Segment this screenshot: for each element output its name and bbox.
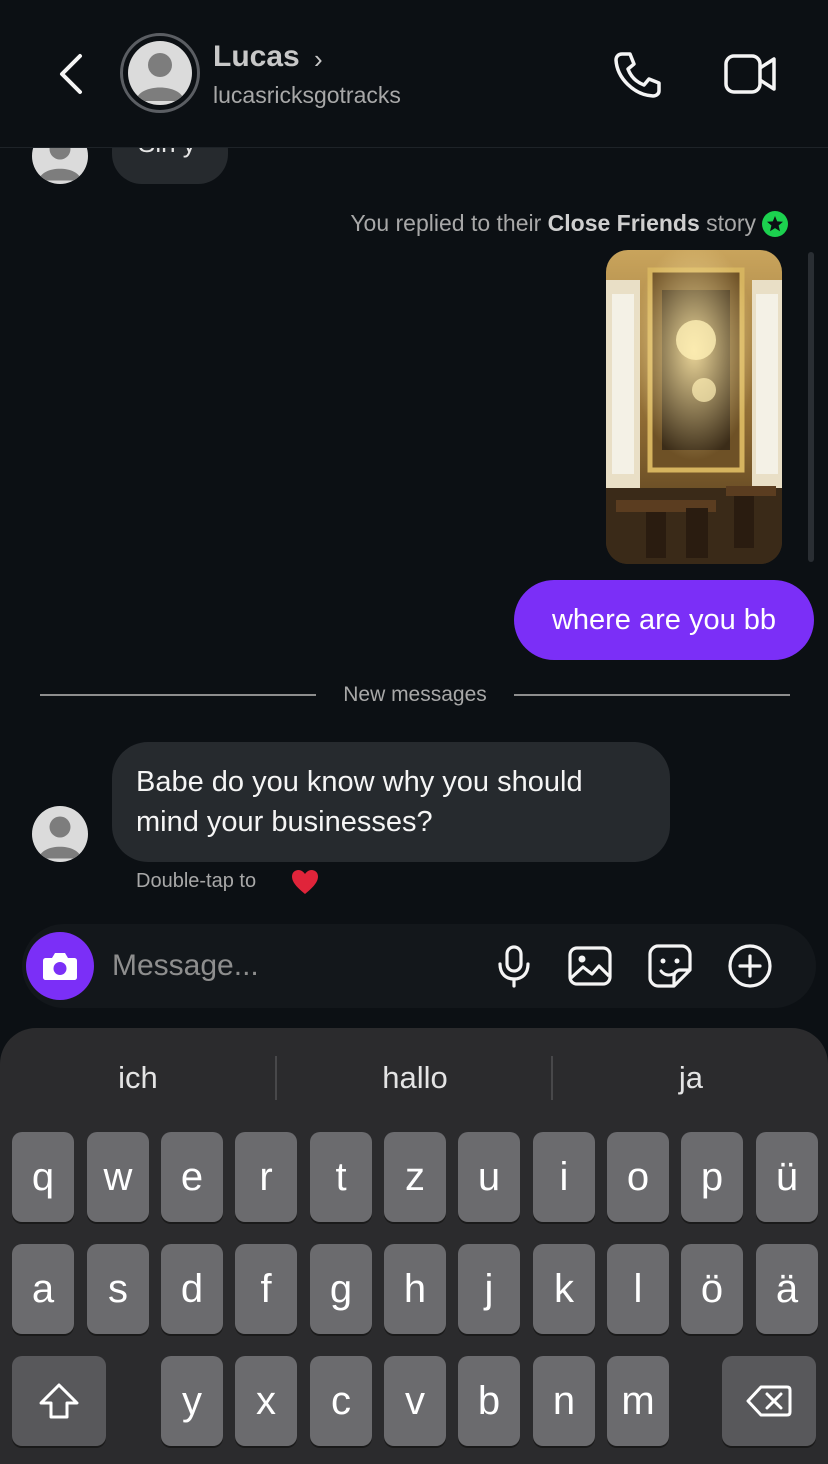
close-friends-star-icon — [762, 211, 788, 237]
back-button[interactable] — [48, 48, 96, 100]
key-z[interactable]: z — [384, 1132, 446, 1222]
story-note-close-friends: Close Friends — [547, 210, 700, 236]
sticker-icon — [648, 944, 692, 988]
chat-header: Lucas › lucasricksgotracks — [0, 0, 828, 148]
key-o[interactable]: o — [607, 1132, 669, 1222]
voice-message-button[interactable] — [490, 942, 538, 990]
chevron-left-icon — [60, 54, 82, 94]
phone-icon — [614, 52, 661, 98]
story-thumbnail[interactable] — [606, 250, 782, 564]
story-note-suffix: story — [699, 210, 756, 236]
profile-avatar-button[interactable] — [120, 33, 200, 113]
key-s[interactable]: s — [87, 1244, 149, 1334]
key-n[interactable]: n — [533, 1356, 595, 1446]
story-reply-note: You replied to their Close Friends story — [350, 210, 756, 237]
backspace-icon — [746, 1385, 792, 1417]
video-call-button[interactable] — [720, 50, 780, 98]
key-k[interactable]: k — [533, 1244, 595, 1334]
key-a[interactable]: a — [12, 1244, 74, 1334]
camera-icon — [43, 953, 77, 980]
key-i[interactable]: i — [533, 1132, 595, 1222]
image-icon — [568, 946, 612, 986]
scrollbar[interactable] — [808, 252, 814, 562]
key-b[interactable]: b — [458, 1356, 520, 1446]
avatar — [128, 41, 192, 105]
key-g[interactable]: g — [310, 1244, 372, 1334]
more-options-button[interactable] — [726, 942, 774, 990]
user-silhouette-icon — [39, 816, 81, 859]
chevron-right-icon[interactable]: › — [314, 44, 323, 75]
key-oe[interactable]: ö — [681, 1244, 743, 1334]
divider — [514, 694, 790, 696]
user-silhouette-icon — [136, 53, 184, 101]
suggestion-hallo[interactable]: hallo — [277, 1056, 553, 1100]
double-tap-hint: Double-tap to — [136, 870, 257, 892]
message-input[interactable] — [112, 944, 472, 988]
suggestion-ich[interactable]: ich — [0, 1056, 276, 1100]
divider — [40, 694, 316, 696]
key-p[interactable]: p — [681, 1132, 743, 1222]
key-r[interactable]: r — [235, 1132, 297, 1222]
message-bubble-sent[interactable]: where are you bb — [514, 580, 814, 660]
key-t[interactable]: t — [310, 1132, 372, 1222]
key-l[interactable]: l — [607, 1244, 669, 1334]
key-h[interactable]: h — [384, 1244, 446, 1334]
gallery-button[interactable] — [566, 942, 614, 990]
key-ue[interactable]: ü — [756, 1132, 818, 1222]
key-u[interactable]: u — [458, 1132, 520, 1222]
message-bubble-received[interactable]: Babe do you know why you should mind you… — [112, 742, 670, 862]
video-camera-icon — [724, 54, 776, 94]
new-messages-label: New messages — [343, 683, 487, 706]
key-c[interactable]: c — [310, 1356, 372, 1446]
shift-arrow-icon — [39, 1383, 79, 1419]
contact-name[interactable]: Lucas — [213, 40, 300, 74]
key-w[interactable]: w — [87, 1132, 149, 1222]
key-y[interactable]: y — [161, 1356, 223, 1446]
heart-icon — [290, 868, 320, 896]
plus-circle-icon — [728, 944, 772, 988]
key-x[interactable]: x — [235, 1356, 297, 1446]
key-f[interactable]: f — [235, 1244, 297, 1334]
key-v[interactable]: v — [384, 1356, 446, 1446]
camera-button[interactable] — [26, 932, 94, 1000]
key-q[interactable]: q — [12, 1132, 74, 1222]
key-ae[interactable]: ä — [756, 1244, 818, 1334]
microphone-icon — [498, 945, 530, 988]
story-note-prefix: You replied to their — [350, 210, 548, 236]
avatar[interactable] — [32, 806, 88, 862]
key-m[interactable]: m — [607, 1356, 669, 1446]
shift-key[interactable] — [12, 1356, 106, 1446]
suggestion-ja[interactable]: ja — [553, 1056, 828, 1100]
key-d[interactable]: d — [161, 1244, 223, 1334]
contact-username[interactable]: lucasricksgotracks — [213, 82, 401, 109]
backspace-key[interactable] — [722, 1356, 816, 1446]
voice-call-button[interactable] — [608, 48, 664, 100]
key-e[interactable]: e — [161, 1132, 223, 1222]
key-j[interactable]: j — [458, 1244, 520, 1334]
sticker-button[interactable] — [646, 942, 694, 990]
